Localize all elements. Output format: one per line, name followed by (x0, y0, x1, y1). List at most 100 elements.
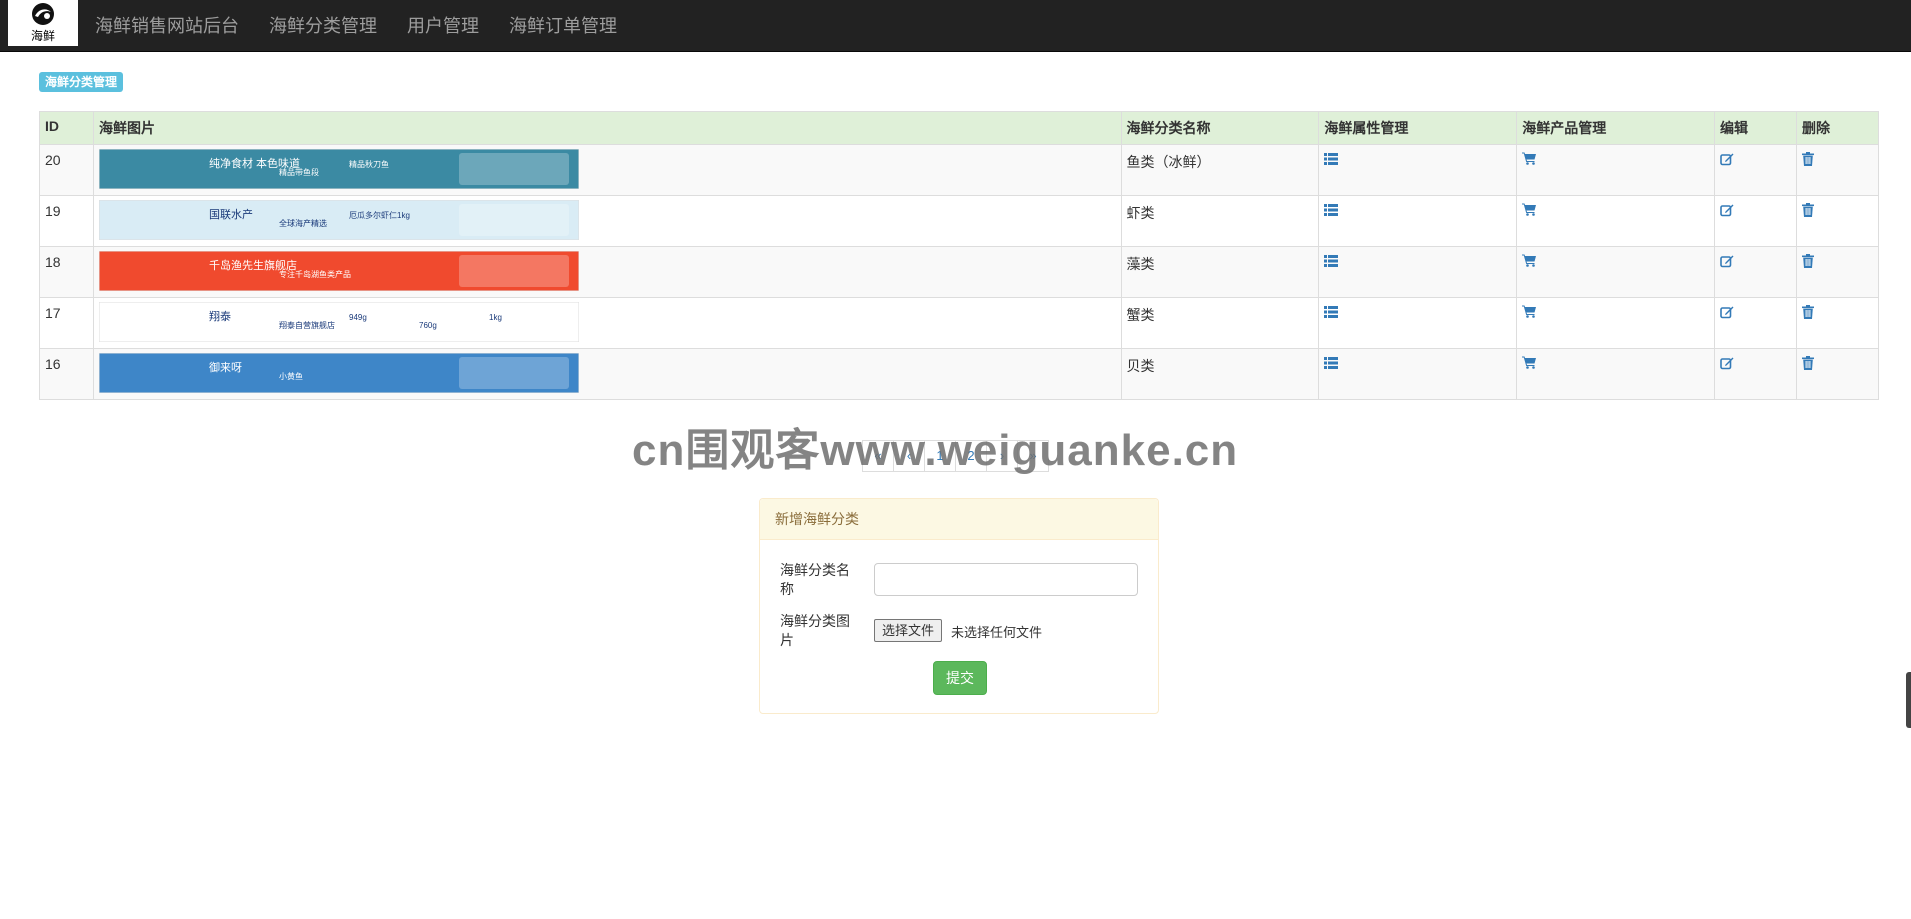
cell-id: 16 (39, 348, 94, 400)
list-icon[interactable] (1324, 152, 1339, 168)
cell-products (1516, 297, 1716, 349)
banner-text: 全球海产精选 (279, 218, 327, 228)
cell-edit (1714, 348, 1797, 400)
cell-image: 御来呀小黄鱼 (92, 348, 1122, 400)
banner-text: 厄瓜多尔虾仁1kg (349, 210, 410, 220)
page-first[interactable]: « (862, 440, 894, 472)
cell-products (1516, 348, 1716, 400)
table-row: 19 国联水产全球海产精选 厄瓜多尔虾仁1kg 虾类 (39, 195, 1880, 247)
page-last[interactable]: » (1017, 440, 1049, 472)
banner-text: 760g (419, 321, 437, 330)
banner-text: 精品带鱼段 (279, 167, 319, 177)
header-name: 海鲜分类名称 (1120, 111, 1320, 145)
table-row: 18 千岛渔先生旗舰店 专注千岛湖鱼类产品 藻类 (39, 246, 1880, 298)
cell-image: 翔泰 翔泰自营旗舰店 949g 760g 1kg (92, 297, 1122, 349)
name-label: 海鲜分类名称 (780, 562, 850, 597)
cart-icon[interactable] (1522, 305, 1537, 321)
edit-icon[interactable] (1720, 152, 1734, 169)
list-icon[interactable] (1324, 203, 1339, 219)
banner-text: 精品秋刀鱼 (349, 159, 389, 169)
file-status: 未选择任何文件 (951, 625, 1043, 640)
cell-delete (1795, 246, 1880, 298)
cell-name: 贝类 (1120, 348, 1320, 400)
trash-icon[interactable] (1801, 356, 1814, 373)
cell-name: 虾类 (1120, 195, 1320, 247)
cell-delete (1795, 195, 1880, 247)
cell-image: 国联水产全球海产精选 厄瓜多尔虾仁1kg (92, 195, 1122, 247)
category-banner-image: 千岛渔先生旗舰店专注千岛湖鱼类产品 (98, 251, 579, 291)
cell-edit (1714, 246, 1797, 298)
cell-products (1516, 144, 1716, 196)
cell-edit (1714, 144, 1797, 196)
page-2[interactable]: 2 (955, 440, 987, 472)
nav-item-orders[interactable]: 海鲜订单管理 (494, 0, 632, 52)
header-image: 海鲜图片 (92, 111, 1122, 145)
edit-icon[interactable] (1720, 203, 1734, 220)
category-table: ID 海鲜图片 海鲜分类名称 海鲜属性管理 海鲜产品管理 编辑 删除 20 纯净食… (39, 111, 1880, 400)
add-category-panel: 新增海鲜分类 海鲜分类名称 海鲜分类图片 选择文件 未选择任何文件 提交 (759, 498, 1159, 714)
cell-id: 18 (39, 246, 94, 298)
cell-id: 17 (39, 297, 94, 349)
cell-delete (1795, 144, 1880, 196)
submit-button[interactable]: 提交 (933, 661, 987, 695)
cell-products (1516, 195, 1716, 247)
pagination: « ‹ 1 2 › » (862, 440, 1049, 472)
edit-icon[interactable] (1720, 356, 1734, 373)
cart-icon[interactable] (1522, 203, 1537, 219)
cell-name: 鱼类（冰鲜） (1120, 144, 1320, 196)
category-banner-image: 国联水产全球海产精选 厄瓜多尔虾仁1kg (98, 200, 579, 240)
nav-menu: 海鲜销售网站后台 海鲜分类管理 用户管理 海鲜订单管理 (80, 0, 632, 52)
page-label: 海鲜分类管理 (39, 72, 124, 92)
list-icon[interactable] (1324, 254, 1339, 270)
category-banner-image: 翔泰翔泰自营旗舰店 949g 760g 1kg (98, 302, 579, 342)
nav-item-users[interactable]: 用户管理 (392, 0, 494, 52)
header-edit: 编辑 (1714, 111, 1797, 145)
trash-icon[interactable] (1801, 152, 1814, 169)
edit-icon[interactable] (1720, 305, 1734, 322)
cell-delete (1795, 297, 1880, 349)
list-icon[interactable] (1324, 356, 1339, 372)
cart-icon[interactable] (1522, 152, 1537, 168)
scroll-handle[interactable] (1906, 672, 1911, 728)
cell-id: 19 (39, 195, 94, 247)
cell-attributes (1318, 297, 1518, 349)
banner-text: 专注千岛湖鱼类产品 (279, 269, 351, 279)
cart-icon[interactable] (1522, 254, 1537, 270)
cell-id: 20 (39, 144, 94, 196)
trash-icon[interactable] (1801, 254, 1814, 271)
table-row: 16 御来呀 小黄鱼 贝类 (39, 348, 1880, 400)
cell-name: 藻类 (1120, 246, 1320, 298)
header-attributes: 海鲜属性管理 (1318, 111, 1518, 145)
edit-icon[interactable] (1720, 254, 1734, 271)
cell-attributes (1318, 195, 1518, 247)
table-header-row: ID 海鲜图片 海鲜分类名称 海鲜属性管理 海鲜产品管理 编辑 删除 (39, 111, 1880, 145)
table-row: 20 纯净食材 本色味道 精品带鱼段 精品秋刀鱼 鱼类（冰鲜） (39, 144, 1880, 196)
banner-text: 御来呀 (209, 360, 242, 374)
cell-image: 千岛渔先生旗舰店 专注千岛湖鱼类产品 (92, 246, 1122, 298)
cell-name: 蟹类 (1120, 297, 1320, 349)
cell-products (1516, 246, 1716, 298)
banner-text: 国联水产 (209, 207, 253, 221)
page-prev[interactable]: ‹ (893, 440, 925, 472)
banner-text: 1kg (489, 313, 502, 322)
page-next[interactable]: › (986, 440, 1018, 472)
table-row: 17 翔泰 翔泰自营旗舰店 949g 760g 1kg 蟹类 (39, 297, 1880, 349)
trash-icon[interactable] (1801, 305, 1814, 322)
header-id: ID (39, 111, 94, 145)
choose-file-button[interactable]: 选择文件 (874, 619, 943, 642)
banner-text: 小黄鱼 (279, 371, 303, 381)
nav-item-category[interactable]: 海鲜分类管理 (254, 0, 392, 52)
header-delete: 删除 (1795, 111, 1880, 145)
brand-logo[interactable]: 海鲜 (8, 0, 78, 46)
category-banner-image: 纯净食材 本色味道精品带鱼段精品秋刀鱼 (98, 149, 579, 189)
page-1[interactable]: 1 (924, 440, 956, 472)
list-icon[interactable] (1324, 305, 1339, 321)
trash-icon[interactable] (1801, 203, 1814, 220)
category-name-input[interactable] (874, 563, 1138, 596)
nav-item-dashboard[interactable]: 海鲜销售网站后台 (80, 0, 254, 52)
banner-text: 翔泰 (209, 309, 231, 323)
cell-attributes (1318, 144, 1518, 196)
header-products: 海鲜产品管理 (1516, 111, 1716, 145)
brand-text: 海鲜 (30, 29, 55, 43)
cart-icon[interactable] (1522, 356, 1537, 372)
